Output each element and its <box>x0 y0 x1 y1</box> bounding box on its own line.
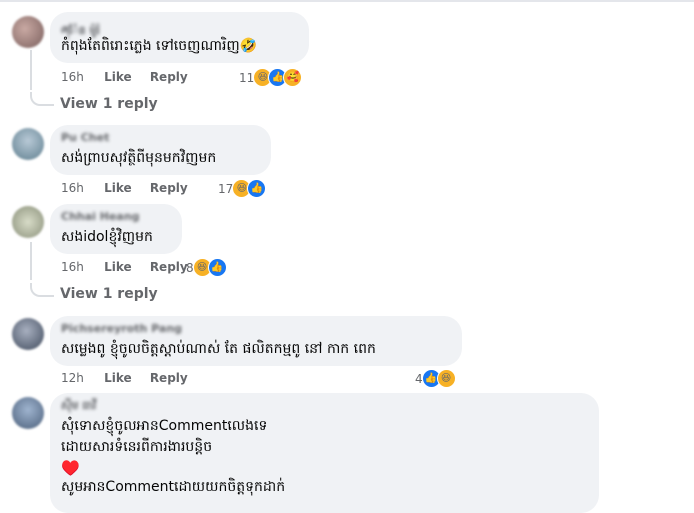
reply-button[interactable]: Reply <box>150 260 188 274</box>
comment-time[interactable]: 16h <box>61 70 84 84</box>
thread-curve-3 <box>30 283 54 297</box>
avatar[interactable] <box>12 206 44 238</box>
comment-bubble: Chhai Heang សងidolខ្ញុំវិញមក <box>50 204 182 254</box>
comment-text-line: ដោយសារទំនេរពីការងារបន្តិច <box>61 439 213 455</box>
comment-text: សង់ព្រាបសុវត្ថិពីមុនមកវិញមក <box>61 150 217 166</box>
reaction-count: 11 <box>239 70 255 85</box>
thread-curve-1 <box>30 92 54 106</box>
comment-time[interactable]: 12h <box>61 371 84 385</box>
comment-text: កំពុងតែពិរោះភ្លេង ទៅចេញណារិញ🤣 <box>61 38 258 54</box>
like-button[interactable]: Like <box>104 260 132 274</box>
avatar[interactable] <box>12 128 44 160</box>
like-button[interactable]: Like <box>104 181 132 195</box>
reaction-count: 17 <box>218 181 234 196</box>
comment-bubble: ཞ៉ែន​ ម៉ូរ៉ កំពុងតែពិរោះភ្លេង ទៅចេញណារិញ… <box>50 12 309 63</box>
commenter-name[interactable]: Chhai Heang <box>61 210 140 223</box>
view-replies-link[interactable]: View 1 reply <box>60 286 158 302</box>
reaction-summary[interactable]: 4 👍 😆 <box>415 369 456 388</box>
comment-text-line: សុំទោសខ្ញុំចូលអានCommentលេងទេ <box>61 418 268 434</box>
comment-time[interactable]: 16h <box>61 181 84 195</box>
view-replies-link[interactable]: View 1 reply <box>60 96 158 112</box>
like-button[interactable]: Like <box>104 371 132 385</box>
comment-bubble: Pichsereyroth Pang សម្លេងពូ ខ្ញុំចូលចិត្… <box>50 316 462 366</box>
top-divider <box>0 0 694 2</box>
comment-text-line: សូមអានCommentដោយយកចិត្តទុកដាក់ <box>61 479 286 495</box>
like-button[interactable]: Like <box>104 70 132 84</box>
reply-button[interactable]: Reply <box>150 70 188 84</box>
comment-bubble: ស៊ីម ធាវី សុំទោសខ្ញុំចូលអានCommentលេងទេ … <box>50 393 599 513</box>
like-reaction-icon: 👍 <box>247 179 267 198</box>
comment-bubble: Pu Chet សង់ព្រាបសុវត្ថិពីមុនមកវិញមក <box>50 125 271 175</box>
reaction-summary[interactable]: 8 😆 👍 <box>186 258 227 277</box>
comment-actions: 16h Like Reply <box>61 181 202 195</box>
thread-line-3 <box>30 242 32 280</box>
thread-line-1 <box>30 50 32 90</box>
avatar[interactable] <box>12 397 44 429</box>
reaction-summary[interactable]: 17 😆 👍 <box>218 179 267 198</box>
commenter-name[interactable]: Pu Chet <box>61 131 109 144</box>
comment-text: សម្លេងពូ ខ្ញុំចូលចិត្តស្ដាប់ណាស់ តែ ផលិត… <box>61 341 376 357</box>
heart-emoji: ♥️ <box>61 459 80 477</box>
commenter-name[interactable]: ស៊ីម ធាវី <box>61 399 96 415</box>
care-reaction-icon: 🥰 <box>283 68 303 87</box>
comment-actions: 16h Like Reply <box>61 70 202 84</box>
comment-text: សងidolខ្ញុំវិញមក <box>61 229 153 245</box>
haha-reaction-icon: 😆 <box>436 369 456 388</box>
like-reaction-icon: 👍 <box>207 258 227 277</box>
reaction-summary[interactable]: 11 😆 👍 🥰 <box>239 68 303 87</box>
reply-button[interactable]: Reply <box>150 371 188 385</box>
avatar[interactable] <box>12 16 44 48</box>
commenter-name[interactable]: Pichsereyroth Pang <box>61 322 182 335</box>
comment-time[interactable]: 16h <box>61 260 84 274</box>
reply-button[interactable]: Reply <box>150 181 188 195</box>
comment-actions: 12h Like Reply <box>61 371 202 385</box>
avatar[interactable] <box>12 318 44 350</box>
comment-actions: 16h Like Reply <box>61 260 202 274</box>
